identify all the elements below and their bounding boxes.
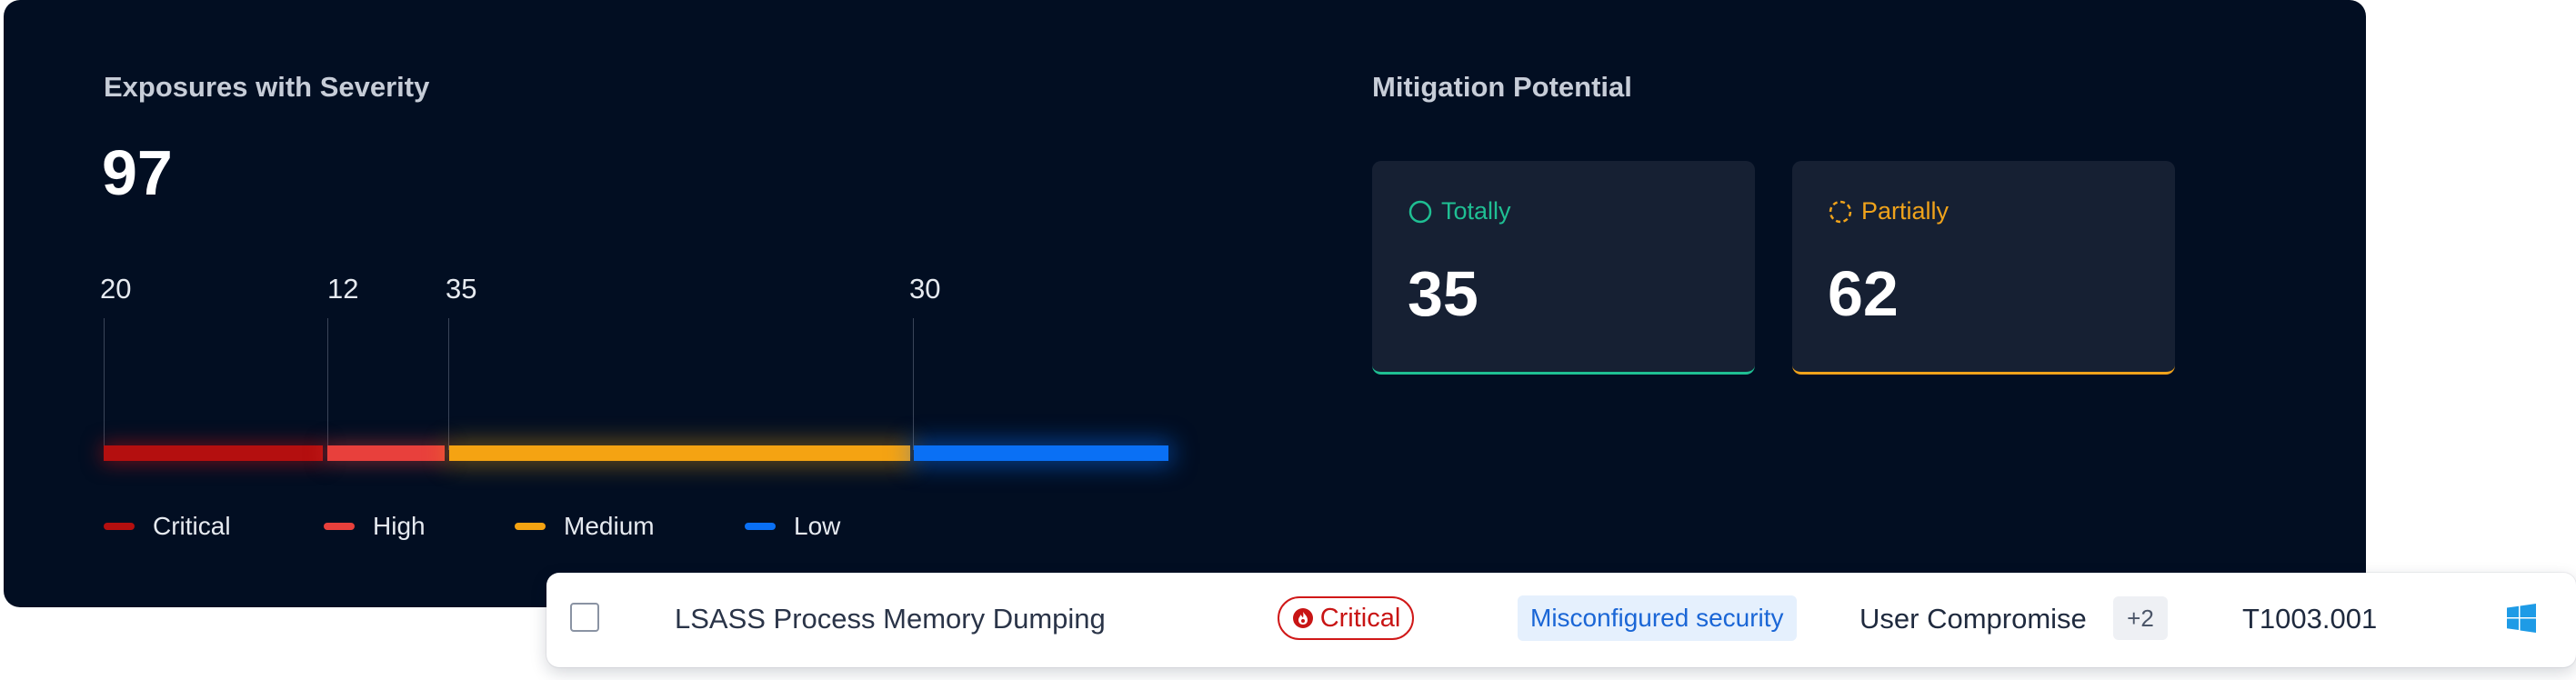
- circle-icon: [1408, 200, 1432, 223]
- segment-tick: [448, 318, 449, 450]
- mitigation-value-partially: 62: [1828, 258, 1899, 329]
- exposures-total: 97: [102, 137, 173, 208]
- category-label: User Compromise: [1859, 603, 2087, 635]
- severity-bar-low[interactable]: [914, 445, 1168, 461]
- mitigation-card-totally[interactable]: Totally 35: [1372, 161, 1755, 375]
- more-count: +2: [2127, 604, 2154, 632]
- segment-value-low: 30: [909, 273, 941, 305]
- legend-label: Medium: [564, 512, 655, 540]
- legend-item-critical: Critical: [104, 512, 231, 541]
- severity-label: Critical: [1319, 603, 1401, 633]
- legend-item-high: High: [324, 512, 426, 541]
- segment-tick: [913, 318, 914, 450]
- legend-item-medium: Medium: [515, 512, 655, 541]
- mitigation-label-partially: Partially: [1861, 197, 1950, 225]
- row-checkbox[interactable]: [570, 603, 599, 632]
- segment-tick: [327, 318, 328, 450]
- segment-value-medium: 35: [446, 273, 477, 305]
- segment-value-high: 12: [327, 273, 359, 305]
- flame-icon: [1292, 608, 1313, 628]
- legend-swatch: [324, 523, 355, 530]
- legend-label: Low: [794, 512, 841, 540]
- legend-swatch: [745, 523, 776, 530]
- legend-swatch: [515, 523, 546, 530]
- mitigation-title: Mitigation Potential: [1372, 71, 1632, 103]
- tag-badge: Misconfigured security: [1518, 595, 1797, 641]
- severity-bar-high[interactable]: [327, 445, 445, 461]
- legend-swatch: [104, 523, 135, 530]
- segment-tick: [104, 318, 105, 450]
- exposures-title: Exposures with Severity: [104, 71, 430, 103]
- mitigation-label-totally: Totally: [1441, 197, 1511, 225]
- legend-label: High: [373, 512, 426, 540]
- more-categories-badge[interactable]: +2: [2113, 596, 2168, 640]
- legend-label: Critical: [153, 512, 231, 540]
- mitigation-card-header: Partially: [1829, 197, 1949, 225]
- dashed-circle-icon: [1829, 200, 1852, 223]
- tag-label: Misconfigured security: [1530, 604, 1784, 632]
- mitigation-card-header: Totally: [1408, 197, 1511, 225]
- mitigation-card-partially[interactable]: Partially 62: [1792, 161, 2175, 375]
- windows-icon: [2507, 604, 2536, 633]
- exposure-title[interactable]: LSASS Process Memory Dumping: [675, 603, 1106, 635]
- technique-id: T1003.001: [2242, 603, 2378, 635]
- segment-value-critical: 20: [100, 273, 132, 305]
- severity-bar-critical[interactable]: [104, 445, 323, 461]
- severity-badge: Critical: [1278, 596, 1414, 640]
- legend-item-low: Low: [745, 512, 840, 541]
- severity-bar-medium[interactable]: [449, 445, 910, 461]
- mitigation-value-totally: 35: [1408, 258, 1478, 329]
